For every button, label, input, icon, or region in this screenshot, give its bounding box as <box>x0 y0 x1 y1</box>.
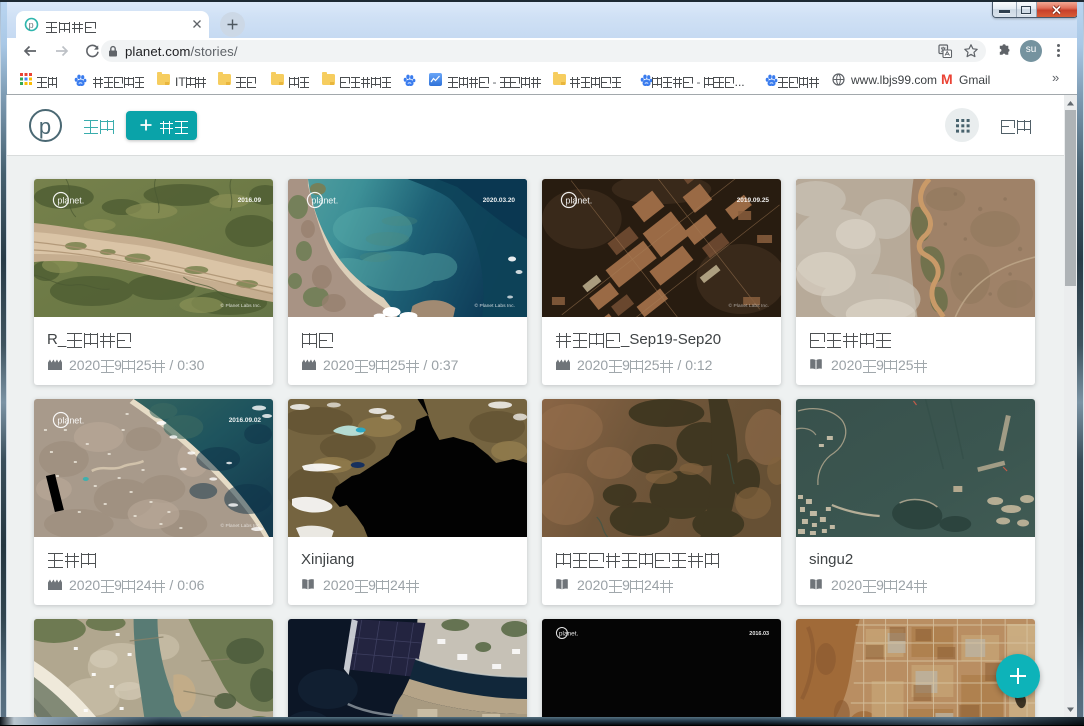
svg-text:© Planet Labs Inc.: © Planet Labs Inc. <box>220 522 261 529</box>
svg-text:2019.09.25: 2019.09.25 <box>737 197 770 204</box>
svg-text:2020.03.20: 2020.03.20 <box>483 197 516 204</box>
svg-text:planet.: planet. <box>57 195 84 205</box>
svg-text:planet.: planet. <box>565 195 592 205</box>
svg-text:planet.: planet. <box>57 415 84 425</box>
svg-text:2016.09.02: 2016.09.02 <box>229 417 262 424</box>
svg-text:2016.03: 2016.03 <box>749 631 769 637</box>
svg-text:© Planet Labs Inc.: © Planet Labs Inc. <box>220 302 261 309</box>
svg-text:© Planet Labs Inc.: © Planet Labs Inc. <box>474 302 515 309</box>
svg-text:planet.: planet. <box>559 630 579 637</box>
svg-text:© Planet Labs Inc.: © Planet Labs Inc. <box>728 302 769 309</box>
svg-text:p: p <box>29 20 34 30</box>
svg-text:planet.: planet. <box>311 195 338 205</box>
svg-text:2016.09: 2016.09 <box>238 197 262 204</box>
